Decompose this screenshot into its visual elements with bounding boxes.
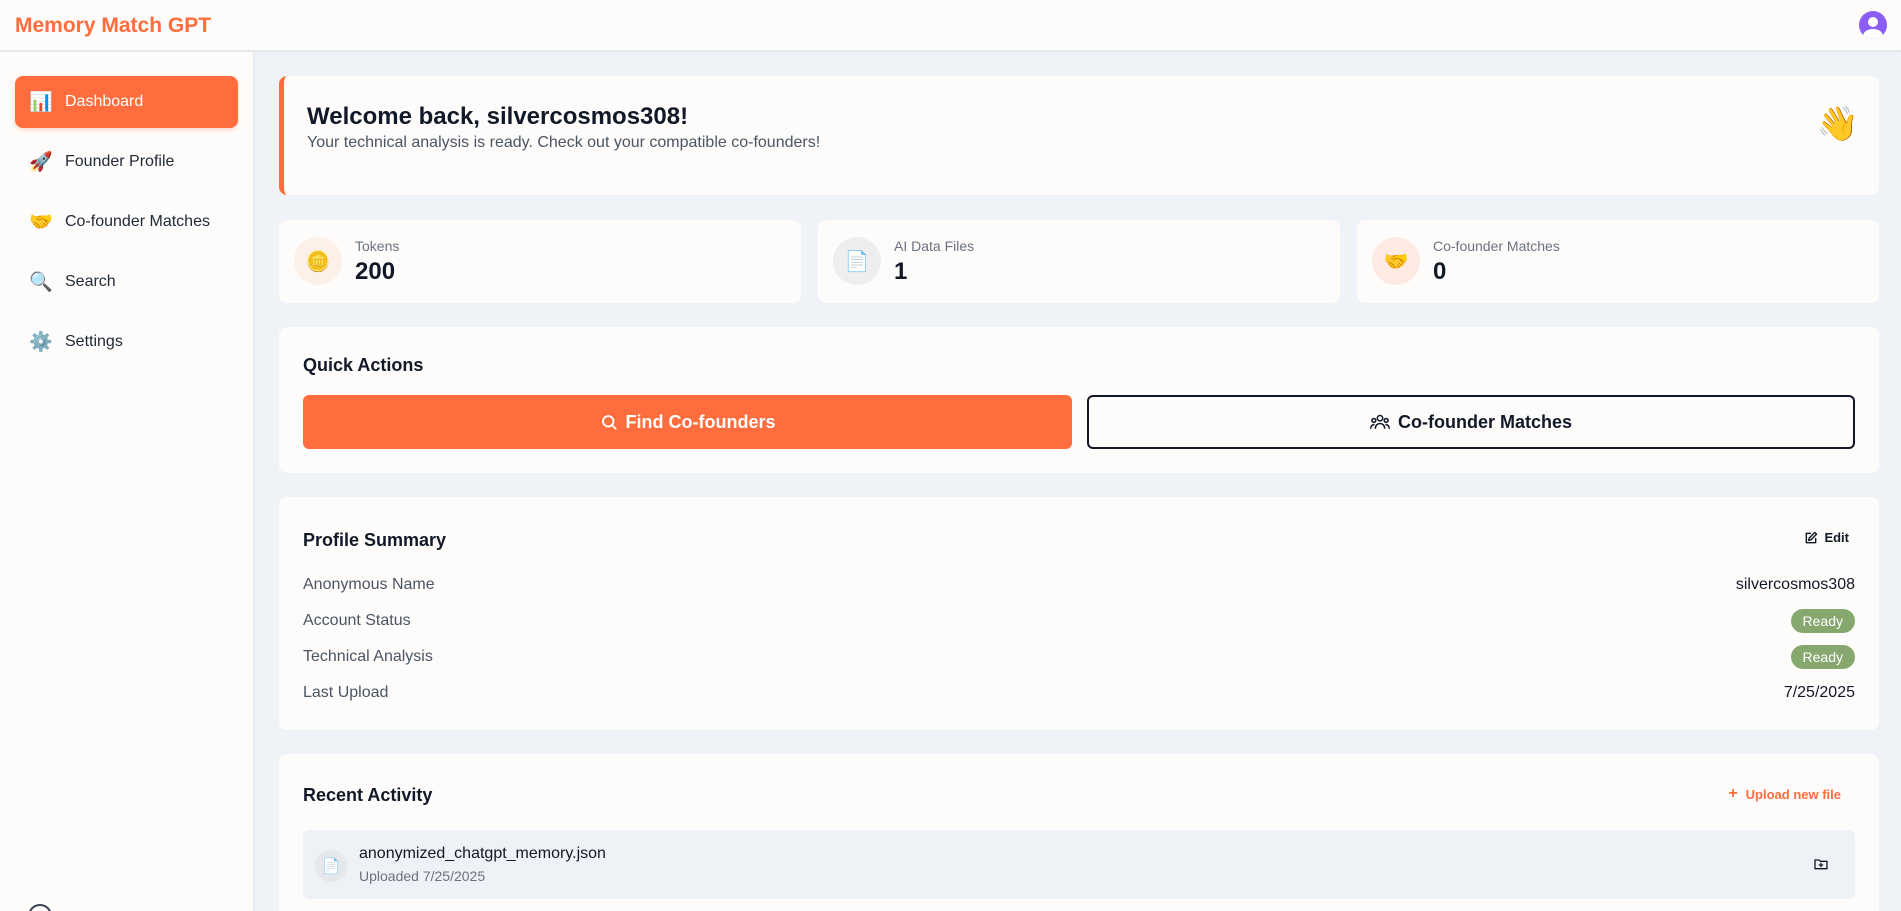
sidebar-item-dashboard[interactable]: 📊 Dashboard (15, 76, 238, 128)
folder-icon[interactable] (1813, 856, 1829, 877)
edit-profile-button[interactable]: Edit (1798, 526, 1855, 549)
summary-label: Last Upload (303, 684, 389, 701)
stat-card-ai-data-files: 📄 AI Data Files 1 (818, 220, 1340, 303)
sidebar-item-settings[interactable]: ⚙️ Settings (15, 316, 238, 368)
document-icon: 📄 (833, 237, 881, 285)
stat-label: AI Data Files (894, 238, 975, 254)
profile-summary-title: Profile Summary (303, 530, 447, 550)
stat-label: Co-founder Matches (1433, 238, 1560, 254)
avatar-body (1863, 29, 1883, 39)
plus-icon: + (1728, 785, 1738, 802)
users-icon (1369, 414, 1390, 429)
chart-icon: 📊 (29, 92, 53, 113)
document-icon: 📄 (315, 850, 347, 882)
search-icon (601, 415, 617, 430)
summary-value: silvercosmos308 (1735, 576, 1855, 593)
activity-date: Uploaded 7/25/2025 (359, 868, 486, 884)
stat-card-tokens: 🪙 Tokens 200 (279, 220, 801, 303)
recent-activity-card: Recent Activity + Upload new file 📄 anon… (279, 754, 1879, 911)
sidebar-item-label: Settings (65, 333, 123, 350)
stat-value: 1 (894, 258, 908, 285)
upload-new-file-button[interactable]: + Upload new file (1728, 785, 1841, 803)
list-item[interactable]: 📄 anonymized_chatgpt_memory.json Uploade… (303, 830, 1855, 899)
handshake-icon: 🤝 (29, 212, 53, 233)
summary-label: Anonymous Name (303, 576, 435, 593)
user-avatar[interactable] (1859, 11, 1887, 39)
cofounder-matches-label: Co-founder Matches (1397, 411, 1572, 432)
magnifier-icon: 🔍 (29, 272, 53, 293)
cofounder-matches-button[interactable]: Co-founder Matches (1087, 395, 1855, 449)
summary-value: 7/25/2025 (1783, 684, 1855, 701)
stat-value: 200 (355, 258, 396, 285)
status-badge: Ready (1790, 609, 1855, 633)
quick-actions-title: Quick Actions (303, 355, 424, 375)
sidebar-bottom-icon[interactable] (28, 904, 52, 911)
top-bar: Memory Match GPT (0, 0, 1901, 51)
welcome-card: Welcome back, silvercosmos308! Your tech… (279, 76, 1879, 195)
sidebar-item-cofounder-matches[interactable]: 🤝 Co-founder Matches (15, 196, 238, 248)
sidebar-item-label: Founder Profile (65, 153, 175, 170)
stat-label: Tokens (355, 238, 400, 254)
summary-label: Technical Analysis (303, 648, 433, 665)
sidebar: 📊 Dashboard 🚀 Founder Profile 🤝 Co-found… (0, 52, 254, 911)
sidebar-item-label: Co-founder Matches (65, 213, 210, 230)
welcome-subtitle: Your technical analysis is ready. Check … (307, 134, 821, 151)
coin-icon: 🪙 (294, 237, 342, 285)
stat-card-cofounder-matches: 🤝 Co-founder Matches 0 (1357, 220, 1879, 303)
profile-summary-card: Profile Summary Edit Anonymous Name silv… (279, 497, 1879, 730)
sidebar-item-search[interactable]: 🔍 Search (15, 256, 238, 308)
find-cofounders-button[interactable]: Find Co-founders (303, 395, 1072, 449)
edit-icon (1806, 531, 1818, 543)
recent-activity-title: Recent Activity (303, 785, 433, 805)
gear-icon: ⚙️ (29, 332, 53, 353)
stat-value: 0 (1433, 258, 1447, 285)
sidebar-item-founder-profile[interactable]: 🚀 Founder Profile (15, 136, 238, 188)
summary-label: Account Status (303, 612, 411, 629)
activity-file-name: anonymized_chatgpt_memory.json (359, 845, 606, 862)
quick-actions-card: Quick Actions Find Co-founders Co-founde… (279, 327, 1879, 473)
find-cofounders-label: Find Co-founders (625, 411, 776, 432)
sidebar-item-label: Search (65, 273, 116, 290)
avatar-head (1868, 17, 1878, 27)
waving-hand-icon: 👋 (1816, 105, 1859, 143)
welcome-title: Welcome back, silvercosmos308! (307, 103, 689, 130)
status-badge: Ready (1790, 645, 1855, 669)
sidebar-item-label: Dashboard (65, 93, 144, 110)
handshake-icon: 🤝 (1372, 237, 1420, 285)
edit-label: Edit (1824, 530, 1849, 545)
app-logo-title[interactable]: Memory Match GPT (15, 14, 211, 38)
rocket-icon: 🚀 (29, 152, 53, 173)
upload-label: Upload new file (1745, 786, 1841, 802)
